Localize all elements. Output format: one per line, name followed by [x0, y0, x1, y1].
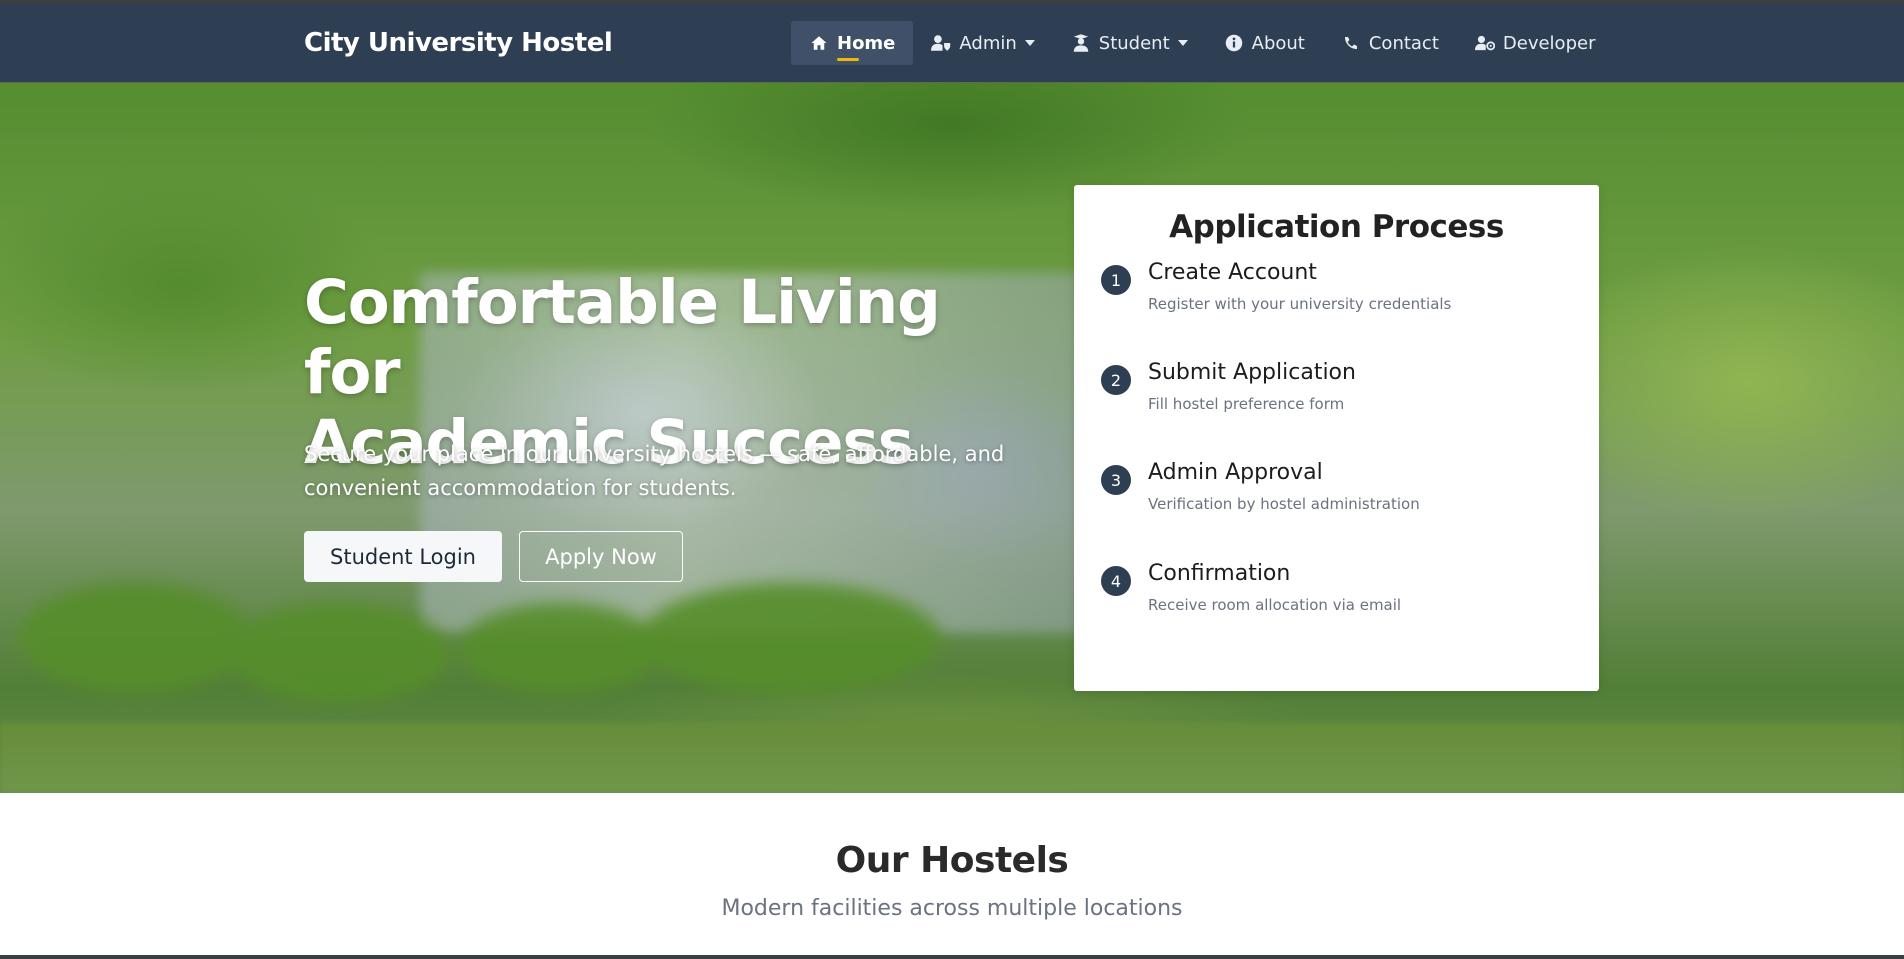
application-process-title: Application Process	[1169, 209, 1504, 245]
step-description: Receive room allocation via email	[1148, 596, 1402, 614]
our-hostels-heading: Our Hostels	[835, 840, 1069, 881]
step-description: Fill hostel preference form	[1148, 395, 1345, 413]
apply-now-button[interactable]: Apply Now	[519, 531, 683, 582]
our-hostels-subtitle: Modern facilities across multiple locati…	[721, 896, 1183, 921]
chevron-down-icon	[1024, 40, 1035, 46]
brand-logo[interactable]: City University Hostel	[304, 28, 613, 58]
hero-subtitle: Secure your place in our university host…	[304, 437, 1024, 505]
hero-section: Comfortable Living for Academic Success …	[0, 83, 1904, 793]
nav-student-dropdown[interactable]: Student	[1053, 21, 1206, 65]
window-bottom-edge	[0, 955, 1904, 959]
hero-title-line-1: Comfortable Living for	[304, 267, 941, 408]
hero-subtitle-line-2: convenient accommodation for students.	[304, 476, 737, 500]
user-gear-icon	[1474, 33, 1495, 53]
nav-about[interactable]: About	[1206, 21, 1323, 65]
phone-icon	[1341, 33, 1361, 53]
step-number-badge: 1	[1101, 265, 1131, 295]
nav-contact-label: Contact	[1368, 32, 1439, 54]
info-icon	[1224, 33, 1244, 53]
student-icon	[1071, 33, 1091, 53]
step-title: Confirmation	[1148, 561, 1291, 586]
nav-about-label: About	[1251, 32, 1305, 54]
user-shield-icon	[931, 33, 951, 53]
home-icon	[809, 33, 829, 53]
nav-home[interactable]: Home	[791, 21, 914, 65]
nav-contact[interactable]: Contact	[1323, 21, 1457, 65]
step-number-badge: 2	[1101, 365, 1131, 395]
navbar: City University Hostel Home Admin Studen…	[0, 4, 1904, 83]
nav-developer[interactable]: Developer	[1457, 21, 1614, 65]
main-nav: Home Admin Student About Contact Develop…	[791, 21, 1613, 65]
step-description: Verification by hostel administration	[1148, 495, 1420, 513]
nav-admin-label: Admin	[959, 32, 1017, 54]
step-number-badge: 4	[1101, 566, 1131, 596]
step-title: Admin Approval	[1148, 460, 1323, 485]
chevron-down-icon	[1177, 40, 1188, 46]
student-login-button[interactable]: Student Login	[304, 531, 502, 582]
nav-developer-label: Developer	[1502, 32, 1596, 54]
step-number-badge: 3	[1101, 465, 1131, 495]
step-description: Register with your university credential…	[1148, 295, 1452, 313]
application-process-card: Application Process 1 Create Account Reg…	[1074, 185, 1599, 691]
nav-student-label: Student	[1098, 32, 1170, 54]
hero-subtitle-line-1: Secure your place in our university host…	[304, 442, 1005, 466]
step-title: Create Account	[1148, 260, 1317, 285]
nav-admin-dropdown[interactable]: Admin	[913, 21, 1052, 65]
step-title: Submit Application	[1148, 360, 1356, 385]
nav-home-label: Home	[837, 32, 896, 54]
